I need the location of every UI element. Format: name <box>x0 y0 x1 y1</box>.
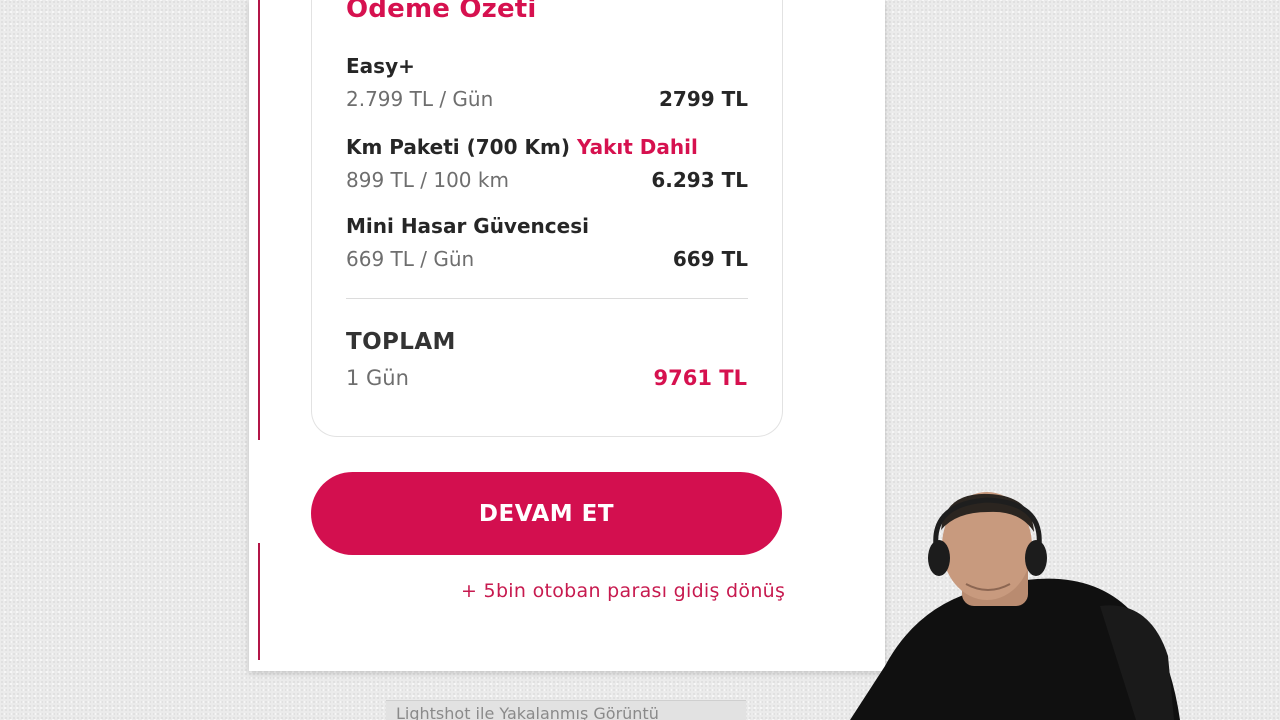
summary-title: Ödeme Özeti <box>346 0 537 24</box>
item-amount: 669 TL <box>672 247 748 271</box>
item-rate: 669 TL / Gün <box>346 247 475 271</box>
continue-button[interactable]: DEVAM ET <box>311 472 782 555</box>
toll-note-annotation: + 5bin otoban parası gidiş dönüş <box>461 580 786 602</box>
total-label: TOPLAM <box>346 329 456 355</box>
item-rate: 899 TL / 100 km <box>346 168 509 192</box>
summary-divider <box>346 298 748 299</box>
accent-line-top <box>258 0 260 440</box>
fuel-included-tag: Yakıt Dahil <box>576 135 698 159</box>
summary-item-km-package: Km Paketi (700 Km) Yakıt Dahil 899 TL / … <box>346 135 748 197</box>
headphone-right <box>1025 540 1047 576</box>
accent-line-bottom <box>258 543 260 660</box>
item-rate: 2.799 TL / Gün <box>346 87 494 111</box>
item-amount: 6.293 TL <box>651 168 748 192</box>
item-name: Easy+ <box>346 54 415 78</box>
item-amount: 2799 TL <box>658 87 748 111</box>
summary-item-easy-plus: Easy+ 2.799 TL / Gün 2799 TL <box>346 54 748 116</box>
item-name: Km Paketi (700 Km) Yakıt Dahil <box>346 135 698 159</box>
item-name: Mini Hasar Güvencesi <box>346 214 589 238</box>
summary-item-damage-coverage: Mini Hasar Güvencesi 669 TL / Gün 669 TL <box>346 214 748 276</box>
total-duration: 1 Gün <box>346 366 409 390</box>
webcam-overlay <box>850 488 1190 720</box>
headphone-left <box>928 540 950 576</box>
capture-caption: Lightshot ile Yakalanmış Görüntü <box>396 704 659 720</box>
total-amount: 9761 TL <box>653 366 747 390</box>
presenter-figure <box>850 492 1180 720</box>
